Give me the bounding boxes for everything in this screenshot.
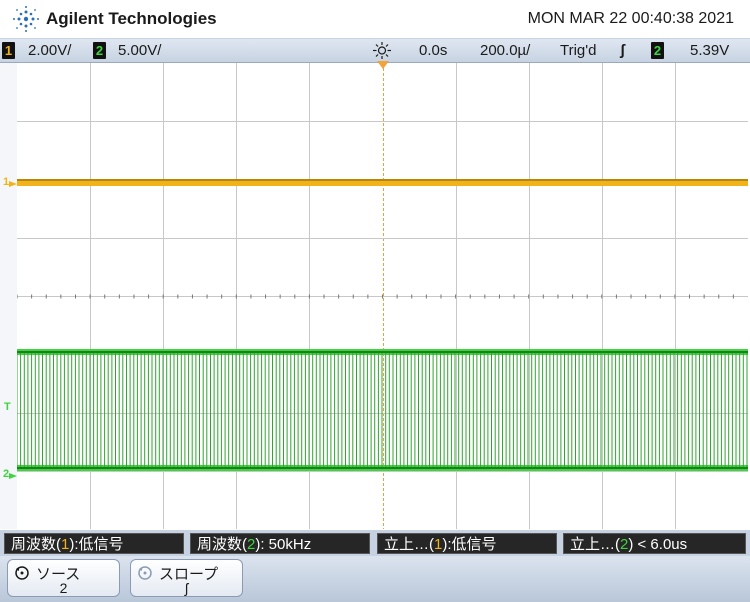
measurement-rise-ch2[interactable]: 立上…(2) < 6.0us (563, 533, 746, 554)
datetime: MON MAR 22 00:40:38 2021 (527, 10, 734, 27)
ch2-indicator[interactable]: 2 (93, 42, 106, 59)
graticule (16, 63, 748, 529)
measurement-bar: 周波数(1):低信号 周波数(2): 50kHz 立上…(1):低信号 立上…(… (0, 530, 750, 556)
brand-name: Agilent Technologies (46, 9, 217, 28)
ch1-scale: 2.00V/ (28, 42, 72, 59)
trigger-position-icon (377, 61, 389, 69)
measurement-freq-ch1[interactable]: 周波数(1):低信号 (4, 533, 184, 554)
meas2-label: 周波数( (197, 536, 247, 553)
softkey-bar: ソース 2 スロープ ʃ (0, 556, 750, 602)
meas2-value: ): 50kHz (255, 536, 312, 553)
ch2-low-edge (17, 467, 748, 469)
slope-softkey[interactable]: スロープ ʃ (130, 559, 243, 597)
trigger-level: 5.39V (690, 42, 730, 59)
rotary-knob-icon (15, 566, 29, 580)
meas1-value: ):低信号 (69, 536, 124, 553)
measurement-freq-ch2[interactable]: 周波数(2): 50kHz (190, 533, 370, 554)
meas4-value: ) < 6.0us (628, 536, 688, 553)
ch2-scale: 5.00V/ (118, 42, 162, 59)
channel-marker-strip (0, 63, 17, 529)
ch2-high-edge (17, 351, 748, 353)
ch2-waveform (16, 352, 748, 468)
trigger-level-marker[interactable]: T (4, 401, 11, 413)
ch2-ground-arrow-icon (9, 473, 17, 479)
slope-softkey-value: ʃ (184, 580, 189, 596)
source-softkey-value: 2 (59, 580, 68, 596)
trigger-source: 2 (651, 42, 664, 59)
agilent-logo-icon (13, 6, 39, 32)
meas4-label: 立上…( (570, 536, 620, 553)
waveform-display[interactable] (16, 63, 748, 529)
measurement-rise-ch1[interactable]: 立上…(1):低信号 (377, 533, 557, 554)
trigger-state: Trig'd (560, 42, 597, 59)
meas1-label: 周波数( (11, 536, 61, 553)
delay-value: 0.0s (419, 42, 448, 59)
header: Agilent Technologies MON MAR 22 00:40:38… (0, 0, 750, 39)
meas3-label: 立上…( (384, 536, 434, 553)
source-softkey[interactable]: ソース 2 (7, 559, 120, 597)
rotary-knob-icon (138, 566, 152, 580)
ch1-ground-arrow-icon (9, 181, 17, 187)
status-bar: 1 2.00V/ 2 5.00V/ 0.0s 200.0µ/ Trig'd ʃ … (0, 39, 750, 63)
ch1-indicator[interactable]: 1 (2, 42, 15, 59)
timebase-value: 200.0µ/ (480, 42, 531, 59)
meas3-value: ):低信号 (442, 536, 497, 553)
trigger-slope-icon: ʃ (620, 42, 625, 59)
delay-icon (373, 42, 391, 59)
